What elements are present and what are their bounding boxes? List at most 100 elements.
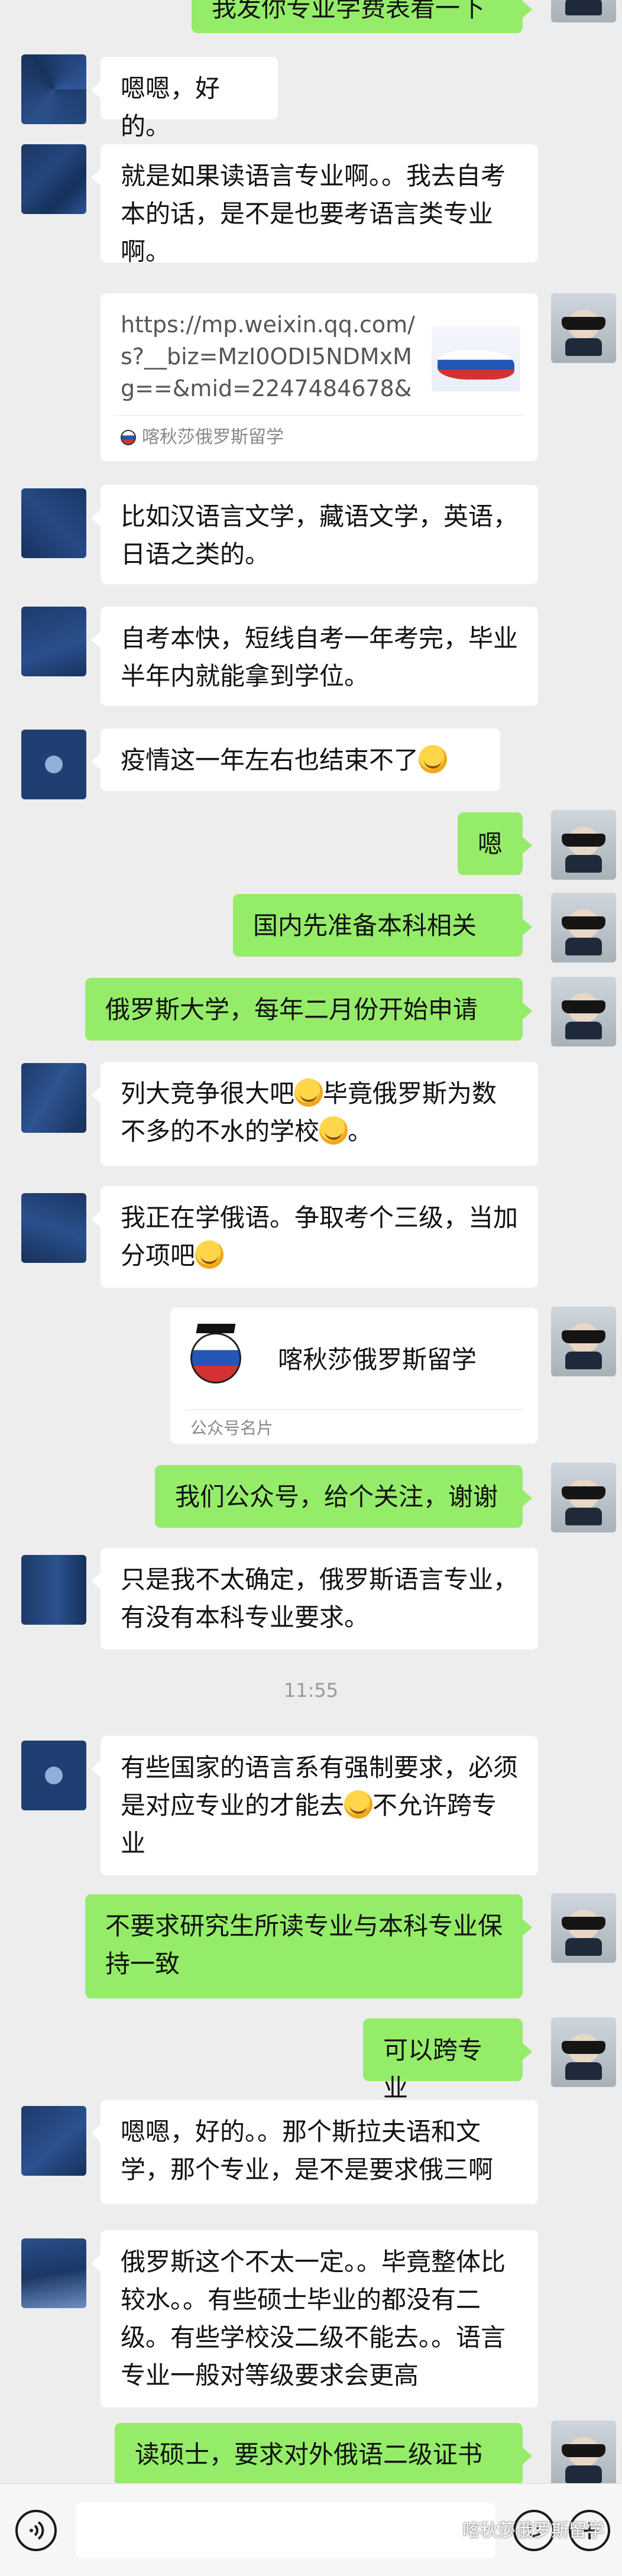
avatar-image — [551, 2017, 616, 2087]
avatar-self[interactable] — [551, 1893, 616, 1963]
message-bubble-outgoing[interactable]: 我发你专业学费表看一下 — [192, 0, 532, 33]
message-bubble-incoming[interactable]: 我正在学俄语。争取考个三级，当加分项吧 — [91, 1186, 538, 1288]
message-text: 自考本快，短线自考一年考完，毕业半年内就能拿到学位。 — [121, 624, 519, 691]
message-bubble-incoming[interactable]: 就是如果读语言专业啊。。我去自考本的话，是不是也要考语言类专业啊。 — [91, 144, 538, 266]
message-text: 嗯 — [478, 829, 503, 858]
account-name: 喀秋莎俄罗斯留学 — [278, 1345, 477, 1374]
chat-timestamp: 11:55 — [283, 1679, 339, 1702]
avatar-self[interactable] — [551, 893, 616, 963]
message-text: 列大竞争很大吧 — [121, 1079, 295, 1108]
avatar-self[interactable] — [551, 2017, 616, 2087]
avatar-contact[interactable] — [21, 488, 86, 558]
message-text: 我发你专业学费表看一下 — [212, 0, 485, 22]
laugh-cry-emoji-icon — [344, 1790, 373, 1819]
laugh-cry-emoji-icon — [419, 745, 448, 773]
watermark: 喀秋莎俄罗斯留学 — [439, 2516, 604, 2542]
voice-icon[interactable] — [15, 2510, 57, 2551]
avatar-self[interactable] — [551, 1307, 616, 1376]
message-text: 嗯嗯，好的。 — [121, 74, 221, 141]
message-text: 俄罗斯这个不太一定。。毕竟整体比较水。。有些硕士毕业的都没有二级。有些学校没二级… — [121, 2247, 506, 2390]
avatar-contact[interactable] — [21, 1063, 86, 1133]
link-url: https://mp.weixin.qq.com/s?__biz=MzI0ODI… — [121, 312, 415, 401]
avatar-image — [551, 977, 616, 1046]
avatar-image — [21, 2106, 86, 2176]
message-text: 可以跨专业 — [383, 2036, 483, 2102]
avatar-image — [21, 144, 86, 214]
message-text: 只是我不太确定，俄罗斯语言专业，有没有本科专业要求。 — [121, 1565, 519, 1632]
message-input[interactable] — [76, 2503, 495, 2558]
avatar-image — [21, 1741, 86, 1810]
link-source: 喀秋莎俄罗斯留学 — [121, 425, 284, 451]
message-text: 国内先准备本科相关 — [253, 911, 477, 940]
avatar-contact[interactable] — [21, 144, 86, 214]
message-text: 读硕士，要求对外俄语二级证书 — [135, 2440, 483, 2469]
link-source-name: 喀秋莎俄罗斯留学 — [142, 427, 284, 448]
link-thumbnail — [432, 326, 520, 391]
avatar-contact[interactable] — [21, 2238, 86, 2308]
avatar-image — [21, 2238, 86, 2308]
message-text: 俄罗斯大学，每年二月份开始申请 — [105, 995, 478, 1024]
message-bubble-outgoing[interactable]: 国内先准备本科相关 — [233, 894, 532, 957]
message-bubble-outgoing[interactable]: 读硕士，要求对外俄语二级证书 — [115, 2423, 532, 2486]
message-bubble-outgoing[interactable]: 不要求研究生所读专业与本科专业保持一致 — [85, 1894, 532, 1998]
message-text: 比如汉语言文学，藏语文学，英语，日语之类的。 — [121, 502, 519, 569]
message-bubble-incoming[interactable]: 疫情这一年左右也结束不了 — [91, 728, 500, 791]
avatar-image — [21, 1555, 86, 1625]
message-bubble-outgoing[interactable]: 俄罗斯大学，每年二月份开始申请 — [85, 978, 532, 1041]
avatar-contact[interactable] — [21, 730, 86, 799]
avatar-image — [551, 1893, 616, 1963]
account-logo-icon — [190, 1324, 241, 1383]
avatar-self[interactable] — [551, 0, 616, 22]
message-bubble-incoming[interactable]: 比如汉语言文学，藏语文学，英语，日语之类的。 — [91, 485, 538, 584]
source-logo-icon — [121, 430, 136, 445]
message-bubble-outgoing[interactable]: 可以跨专业 — [363, 2018, 532, 2102]
message-text: 我们公众号，给个关注，谢谢 — [175, 1482, 498, 1511]
watermark-text: 喀秋莎俄罗斯留学 — [462, 2520, 604, 2541]
laugh-cry-emoji-icon — [319, 1116, 348, 1145]
message-text: 疫情这一年左右也结束不了 — [121, 746, 419, 775]
message-bubble-incoming[interactable]: 自考本快，短线自考一年考完，毕业半年内就能拿到学位。 — [91, 607, 538, 706]
message-text: 嗯嗯，好的。。那个斯拉夫语和文学，那个专业，是不是要求俄三啊 — [121, 2117, 494, 2184]
link-card[interactable]: https://mp.weixin.qq.com/s?__biz=MzI0ODI… — [101, 293, 538, 461]
message-bubble-incoming[interactable]: 只是我不太确定，俄罗斯语言专业，有没有本科专业要求。 — [91, 1548, 538, 1650]
avatar-image — [551, 0, 616, 22]
message-bubble-incoming[interactable]: 有些国家的语言系有强制要求，必须是对应专业的才能去 不允许跨专业 — [91, 1736, 538, 1875]
message-text: 我正在学俄语。争取考个三级，当加分项吧 — [121, 1203, 519, 1270]
avatar-image — [551, 1463, 616, 1532]
avatar-self[interactable] — [551, 810, 616, 880]
avatar-image — [551, 810, 616, 880]
avatar-contact[interactable] — [21, 1741, 86, 1810]
message-bubble-incoming[interactable]: 嗯嗯，好的。。那个斯拉夫语和文学，那个专业，是不是要求俄三啊 — [91, 2100, 538, 2204]
avatar-contact[interactable] — [21, 1555, 86, 1625]
avatar-image — [21, 54, 86, 124]
laugh-cry-emoji-icon — [294, 1078, 323, 1107]
message-bubble-outgoing[interactable]: 我们公众号，给个关注，谢谢 — [155, 1465, 532, 1528]
message-bubble-outgoing[interactable]: 嗯 — [458, 812, 532, 875]
message-text: 。 — [348, 1117, 373, 1146]
message-text: 就是如果读语言专业啊。。我去自考本的话，是不是也要考语言类专业啊。 — [121, 161, 506, 266]
avatar-self[interactable] — [551, 1463, 616, 1532]
avatar-contact[interactable] — [21, 54, 86, 124]
avatar-image — [21, 730, 86, 799]
avatar-self[interactable] — [551, 2421, 616, 2490]
avatar-self[interactable] — [551, 293, 616, 363]
avatar-image — [551, 1307, 616, 1376]
avatar-contact[interactable] — [21, 607, 86, 676]
avatar-contact[interactable] — [21, 2106, 86, 2176]
avatar-image — [21, 1063, 86, 1133]
official-account-card[interactable]: 喀秋莎俄罗斯留学 公众号名片 — [170, 1308, 538, 1444]
avatar-image — [21, 1193, 86, 1263]
avatar-image — [551, 2421, 616, 2490]
watermark-logo-icon — [439, 2519, 459, 2539]
avatar-image — [21, 607, 86, 676]
message-bubble-incoming[interactable]: 嗯嗯，好的。 — [91, 57, 278, 141]
avatar-contact[interactable] — [21, 1193, 86, 1263]
message-text: 不要求研究生所读专业与本科专业保持一致 — [105, 1911, 503, 1978]
avatar-self[interactable] — [551, 977, 616, 1046]
laugh-cry-emoji-icon — [195, 1240, 224, 1269]
avatar-image — [21, 488, 86, 558]
avatar-image — [551, 293, 616, 363]
message-bubble-incoming[interactable]: 列大竞争很大吧 毕竟俄罗斯为数不多的不水的学校。 — [91, 1062, 538, 1166]
card-label: 公众号名片 — [190, 1418, 274, 1438]
message-bubble-incoming[interactable]: 俄罗斯这个不太一定。。毕竟整体比较水。。有些硕士毕业的都没有二级。有些学校没二级… — [91, 2230, 538, 2407]
